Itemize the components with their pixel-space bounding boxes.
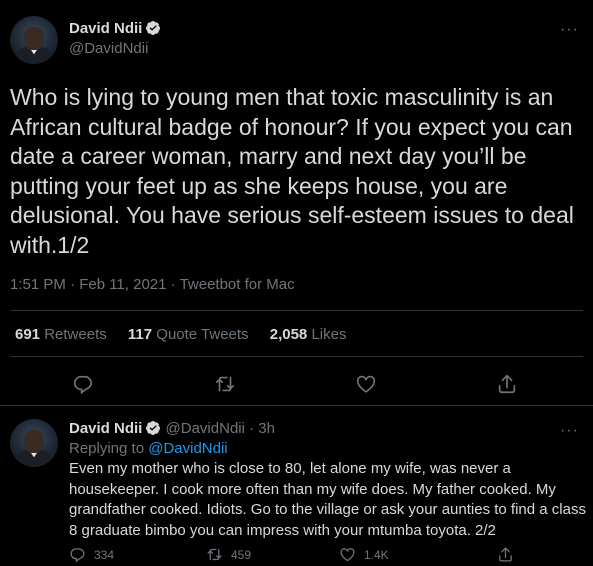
author-name[interactable]: David Ndii xyxy=(69,20,161,37)
divider xyxy=(10,310,583,311)
verified-badge-icon xyxy=(146,421,161,435)
retweets-stat[interactable]: 691 Retweets xyxy=(15,326,107,343)
author-handle[interactable]: @DavidNdii xyxy=(166,420,245,437)
share-button[interactable] xyxy=(497,546,522,563)
like-button[interactable]: 1.4K xyxy=(339,546,389,563)
likes-count: 2,058 xyxy=(269,326,308,343)
timestamp[interactable]: 1:51 PM · Feb 11, 2021 xyxy=(10,276,166,293)
share-icon xyxy=(499,547,512,562)
divider xyxy=(10,356,583,357)
share-icon[interactable] xyxy=(496,373,518,395)
reply-text: Even my mother who is close to 80, let a… xyxy=(69,460,586,539)
quotes-label: Quote Tweets xyxy=(156,326,249,343)
reply-tweet[interactable]: ··· David Ndii @DavidNdii · 3h Replying … xyxy=(0,406,593,563)
reply-button[interactable]: 334 xyxy=(69,546,114,563)
like-icon xyxy=(340,548,355,562)
like-count: 1.4K xyxy=(364,548,389,562)
reply-count: 334 xyxy=(94,548,115,562)
reply-icon[interactable] xyxy=(72,373,94,395)
replying-to-link[interactable]: @DavidNdii xyxy=(148,440,227,457)
replying-to: Replying to @DavidNdii xyxy=(69,440,587,457)
quotes-stat[interactable]: 117 Quote Tweets xyxy=(128,326,249,343)
retweet-icon xyxy=(207,548,222,561)
retweets-count: 691 xyxy=(15,326,41,343)
avatar[interactable] xyxy=(10,16,58,64)
tweet-text: Who is lying to young men that toxic mas… xyxy=(10,84,574,258)
time-ago[interactable]: 3h xyxy=(258,420,275,437)
tweet-source[interactable]: Tweetbot for Mac xyxy=(180,276,295,293)
reply-actions: 334 459 1.4K xyxy=(69,546,529,566)
author-handle[interactable]: @DavidNdii xyxy=(69,40,148,57)
reply-body: David Ndii @DavidNdii · 3h Replying to @… xyxy=(69,420,587,541)
avatar[interactable] xyxy=(10,419,58,467)
tweet-stats: 691 Retweets 117 Quote Tweets 2,058 Like… xyxy=(15,326,363,343)
tweet-actions xyxy=(0,373,593,395)
retweet-button[interactable]: 459 xyxy=(206,546,251,563)
retweet-icon[interactable] xyxy=(214,373,236,395)
author-name[interactable]: David Ndii xyxy=(69,420,142,437)
likes-stat[interactable]: 2,058 Likes xyxy=(270,326,347,343)
more-icon[interactable]: ··· xyxy=(560,22,579,38)
reply-icon xyxy=(70,548,85,563)
main-tweet: David Ndii @DavidNdii ··· Who is lying t… xyxy=(0,0,593,406)
reply-header: David Ndii @DavidNdii · 3h xyxy=(69,420,275,437)
verified-badge-icon xyxy=(146,21,161,35)
retweet-count: 459 xyxy=(231,548,252,562)
likes-label: Likes xyxy=(311,326,347,343)
tweet-meta: 1:51 PM · Feb 11, 2021 · Tweetbot for Ma… xyxy=(10,276,295,293)
retweets-label: Retweets xyxy=(44,326,107,343)
quotes-count: 117 xyxy=(127,326,153,343)
like-icon[interactable] xyxy=(355,373,377,395)
replying-prefix: Replying to xyxy=(69,440,145,457)
author-name-text[interactable]: David Ndii xyxy=(69,20,142,37)
